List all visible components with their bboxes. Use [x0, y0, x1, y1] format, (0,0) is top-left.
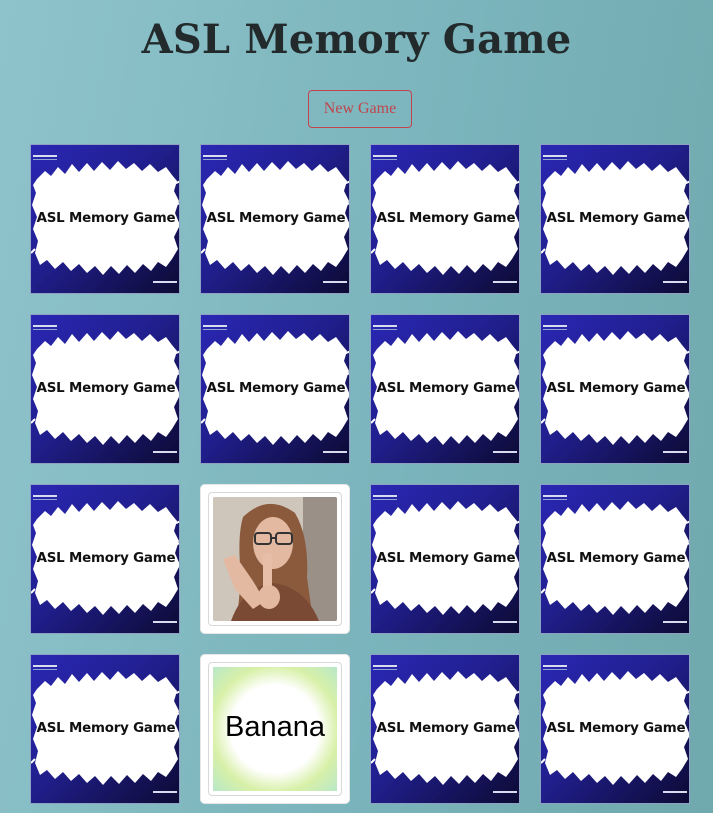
memory-card-back[interactable]: ASL Memory Game — [370, 314, 520, 464]
card-decor-line — [543, 669, 567, 670]
card-decor-line — [373, 329, 397, 330]
card-decor-line — [373, 499, 397, 500]
new-game-button[interactable]: New Game — [308, 90, 412, 128]
card-back-label: ASL Memory Game — [376, 721, 516, 736]
card-decor-line — [373, 155, 397, 157]
card-back-label: ASL Memory Game — [376, 551, 516, 566]
card-decor-line — [33, 495, 57, 497]
card-decor-line — [543, 155, 567, 157]
card-decor-line — [153, 281, 177, 283]
card-decor-line — [373, 159, 397, 160]
memory-card-back[interactable]: ASL Memory Game — [30, 314, 180, 464]
memory-card-back[interactable]: ASL Memory Game — [30, 484, 180, 634]
memory-card-back[interactable]: ASL Memory Game — [30, 144, 180, 294]
card-decor-line — [323, 281, 347, 283]
card-decor-line — [33, 159, 57, 160]
card-decor-line — [203, 325, 227, 327]
card-back-label: ASL Memory Game — [36, 381, 176, 396]
card-decor-line — [153, 451, 177, 453]
card-decor-line — [153, 791, 177, 793]
card-decor-line — [543, 159, 567, 160]
card-frame: Banana — [208, 662, 342, 796]
card-back-label: ASL Memory Game — [546, 721, 686, 736]
memory-card-back[interactable]: ASL Memory Game — [200, 314, 350, 464]
card-decor-line — [33, 329, 57, 330]
memory-card-back[interactable]: ASL Memory Game — [30, 654, 180, 804]
memory-card-back[interactable]: ASL Memory Game — [370, 654, 520, 804]
card-decor-line — [663, 451, 687, 453]
memory-card-back[interactable]: ASL Memory Game — [200, 144, 350, 294]
card-decor-line — [493, 451, 517, 453]
card-decor-line — [493, 621, 517, 623]
card-back-label: ASL Memory Game — [36, 721, 176, 736]
memory-card-sign-photo[interactable] — [200, 484, 350, 634]
card-back-label: ASL Memory Game — [546, 211, 686, 226]
card-back-label: ASL Memory Game — [206, 211, 346, 226]
card-frame — [208, 492, 342, 626]
page-title: ASL Memory Game — [141, 16, 572, 63]
card-decor-line — [493, 791, 517, 793]
card-decor-line — [663, 791, 687, 793]
card-decor-line — [373, 495, 397, 497]
card-decor-line — [323, 451, 347, 453]
card-decor-line — [33, 669, 57, 670]
card-decor-line — [543, 495, 567, 497]
memory-card-back[interactable]: ASL Memory Game — [540, 654, 690, 804]
card-decor-line — [33, 155, 57, 157]
card-decor-line — [543, 499, 567, 500]
card-decor-line — [663, 621, 687, 623]
memory-card-back[interactable]: ASL Memory Game — [540, 484, 690, 634]
memory-card-back[interactable]: ASL Memory Game — [370, 144, 520, 294]
card-decor-line — [373, 665, 397, 667]
card-decor-line — [153, 621, 177, 623]
card-back-label: ASL Memory Game — [36, 551, 176, 566]
card-decor-line — [493, 281, 517, 283]
card-decor-line — [33, 325, 57, 327]
card-back-label: ASL Memory Game — [36, 211, 176, 226]
person-signing-image — [213, 497, 337, 621]
memory-card-back[interactable]: ASL Memory Game — [540, 314, 690, 464]
card-back-label: ASL Memory Game — [546, 551, 686, 566]
card-back-label: ASL Memory Game — [376, 211, 516, 226]
card-back-label: ASL Memory Game — [546, 381, 686, 396]
card-decor-line — [33, 499, 57, 500]
card-decor-line — [543, 665, 567, 667]
asl-sign-photo — [213, 497, 337, 621]
card-decor-line — [373, 325, 397, 327]
card-word: Banana — [225, 711, 325, 743]
card-decor-line — [203, 329, 227, 330]
card-grid: ASL Memory Game ASL Memory Game ASL Memory… — [30, 144, 690, 804]
memory-card-word[interactable]: Banana — [200, 654, 350, 804]
card-back-label: ASL Memory Game — [206, 381, 346, 396]
card-decor-line — [543, 329, 567, 330]
card-decor-line — [663, 281, 687, 283]
card-decor-line — [33, 665, 57, 667]
memory-card-back[interactable]: ASL Memory Game — [370, 484, 520, 634]
word-card-face: Banana — [213, 667, 337, 791]
card-decor-line — [373, 669, 397, 670]
card-back-label: ASL Memory Game — [376, 381, 516, 396]
card-decor-line — [203, 155, 227, 157]
memory-card-back[interactable]: ASL Memory Game — [540, 144, 690, 294]
card-decor-line — [543, 325, 567, 327]
card-decor-line — [203, 159, 227, 160]
